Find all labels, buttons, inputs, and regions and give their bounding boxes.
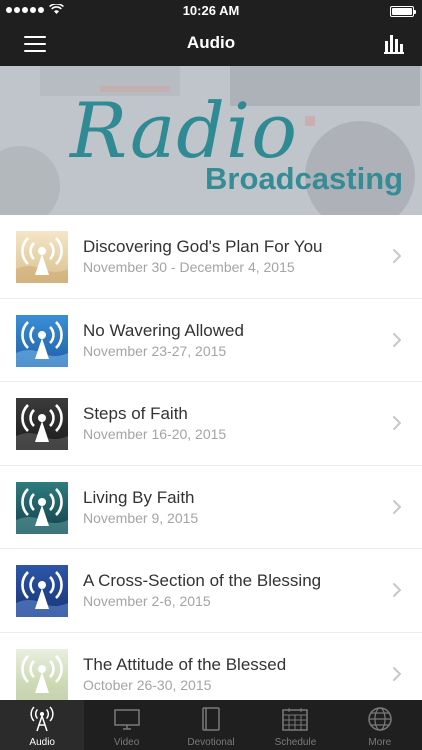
chevron-right-icon <box>393 583 401 597</box>
nav-bar: Audio <box>0 22 422 66</box>
tab-label: Schedule <box>274 737 317 748</box>
tab-video[interactable]: Video <box>84 700 168 750</box>
tab-label: More <box>368 737 392 748</box>
list-item[interactable]: Living By Faith November 9, 2015 <box>0 465 422 549</box>
radio-tower-icon <box>30 706 54 732</box>
page-title: Audio <box>186 33 236 52</box>
radio-tower-icon <box>16 481 68 534</box>
episode-thumbnail <box>16 565 68 617</box>
banner-broadcasting-text: Broadcasting <box>205 161 404 196</box>
chevron-right-icon <box>393 416 401 430</box>
episode-thumbnail <box>16 648 68 701</box>
status-time: 10:26 AM <box>182 3 240 18</box>
list-item[interactable]: Steps of Faith November 16-20, 2015 <box>0 382 422 466</box>
list-item[interactable]: A Cross-Section of the Blessing November… <box>0 549 422 633</box>
episode-thumbnail <box>16 314 68 367</box>
episode-title: A Cross-Section of the Blessing <box>83 571 322 590</box>
status-bar: 10:26 AM <box>0 0 422 22</box>
equalizer-icon[interactable] <box>384 32 404 54</box>
list-item[interactable]: Discovering God's Plan For You November … <box>0 215 422 299</box>
tab-schedule[interactable]: Schedule <box>253 700 337 750</box>
episode-thumbnail <box>16 398 68 450</box>
episode-date: November 9, 2015 <box>83 509 199 526</box>
radio-broadcasting-banner: Radio Broadcasting <box>0 66 422 215</box>
chevron-right-icon <box>393 666 401 681</box>
episode-title: Living By Faith <box>83 487 195 507</box>
episode-title: The Attitude of the Blessed <box>83 654 287 674</box>
radio-tower-icon <box>16 565 68 617</box>
radio-tower-icon <box>16 648 68 701</box>
tab-bar: Audio Video Devotional Schedule More <box>0 700 422 750</box>
episode-title: Steps of Faith <box>83 404 188 423</box>
battery-icon <box>390 6 416 17</box>
episode-date: November 30 - December 4, 2015 <box>83 259 295 275</box>
episode-title: No Wavering Allowed <box>83 320 244 340</box>
tab-label: Video <box>113 737 140 748</box>
episode-date: November 16-20, 2015 <box>83 426 227 442</box>
tab-devotional[interactable]: Devotional <box>169 700 253 750</box>
episode-date: November 2-6, 2015 <box>83 593 211 609</box>
radio-tower-icon <box>16 398 68 450</box>
chevron-right-icon <box>393 332 401 347</box>
episode-list: Discovering God's Plan For You November … <box>0 215 422 716</box>
tab-label: Devotional <box>187 737 235 748</box>
episode-date: November 23-27, 2015 <box>83 342 227 359</box>
episode-thumbnail <box>16 231 68 283</box>
chevron-right-icon <box>393 249 401 263</box>
radio-tower-icon <box>16 314 68 367</box>
chevron-right-icon <box>393 499 401 514</box>
tab-label: Audio <box>29 737 55 748</box>
episode-thumbnail <box>16 481 68 534</box>
episode-title: Discovering God's Plan For You <box>83 237 323 256</box>
monitor-icon <box>113 709 140 730</box>
tab-more[interactable]: More <box>338 700 422 750</box>
radio-tower-icon <box>16 231 68 283</box>
episode-date: October 26-30, 2015 <box>83 676 212 693</box>
book-icon <box>202 707 220 731</box>
list-item[interactable]: No Wavering Allowed November 23-27, 2015 <box>0 298 422 382</box>
tab-audio[interactable]: Audio <box>0 700 85 750</box>
globe-icon <box>368 707 392 731</box>
calendar-icon <box>282 708 309 731</box>
